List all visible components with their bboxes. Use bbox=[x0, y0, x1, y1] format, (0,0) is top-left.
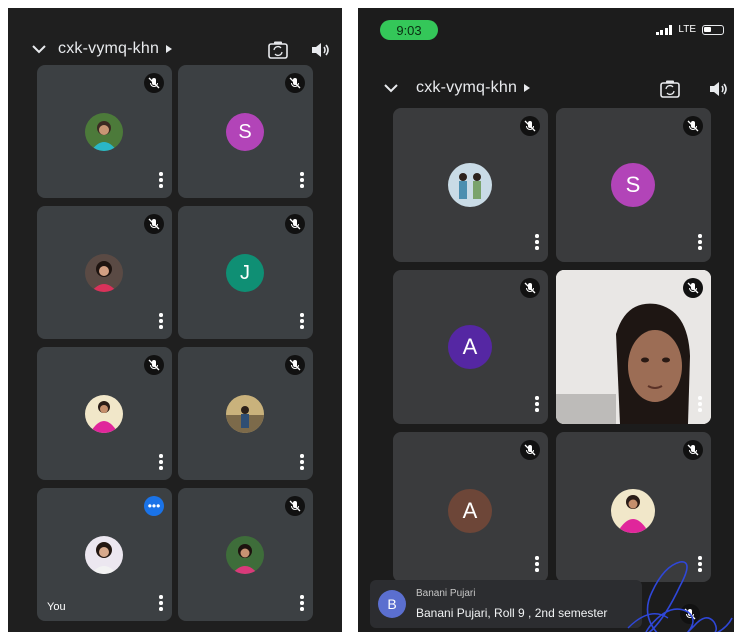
more-vert-icon[interactable] bbox=[299, 172, 305, 188]
participant-avatar bbox=[85, 113, 123, 151]
participant-initial-avatar: S bbox=[226, 113, 264, 151]
meeting-code[interactable]: cxk-vymq-khn bbox=[58, 40, 159, 58]
mic-off-icon bbox=[520, 278, 540, 298]
meeting-header[interactable]: cxk-vymq-khn bbox=[382, 79, 531, 97]
caret-right-icon[interactable] bbox=[523, 83, 531, 93]
self-label: You bbox=[47, 601, 66, 613]
participant-tile[interactable] bbox=[37, 65, 172, 198]
caption-speaker: Banani Pujari bbox=[416, 588, 476, 599]
participant-avatar bbox=[611, 489, 655, 533]
more-vert-icon[interactable] bbox=[299, 454, 305, 470]
participant-tile[interactable] bbox=[178, 347, 313, 480]
participant-tile[interactable] bbox=[37, 206, 172, 339]
status-time: 9:03 bbox=[380, 20, 438, 40]
more-vert-icon[interactable] bbox=[534, 396, 540, 412]
left-meeting-screen: cxk-vymq-khn S J ••• You bbox=[8, 8, 342, 632]
participant-avatar bbox=[85, 536, 123, 574]
camera-flip-icon[interactable] bbox=[266, 38, 290, 62]
participant-tile[interactable] bbox=[178, 488, 313, 621]
status-indicators: LTE bbox=[655, 24, 724, 35]
self-tile[interactable]: ••• You bbox=[37, 488, 172, 621]
participant-initial-avatar: A bbox=[448, 489, 492, 533]
more-vert-icon[interactable] bbox=[534, 234, 540, 250]
caption-avatar: B bbox=[378, 590, 406, 618]
participant-tile[interactable]: J bbox=[178, 206, 313, 339]
participant-avatar bbox=[85, 254, 123, 292]
chevron-down-icon[interactable] bbox=[382, 79, 400, 97]
participant-tile[interactable]: A bbox=[393, 432, 548, 582]
participant-avatar bbox=[85, 395, 123, 433]
participant-avatar bbox=[448, 163, 492, 207]
chevron-down-icon[interactable] bbox=[30, 40, 48, 58]
live-caption: B Banani Pujari Banani Pujari, Roll 9 , … bbox=[370, 580, 642, 628]
speaker-icon[interactable] bbox=[706, 77, 730, 101]
mic-off-icon bbox=[285, 355, 305, 375]
more-vert-icon[interactable] bbox=[299, 313, 305, 329]
signal-icon bbox=[655, 24, 673, 35]
caption-text: Banani Pujari, Roll 9 , 2nd semester bbox=[416, 606, 608, 620]
participant-tile[interactable]: A bbox=[393, 270, 548, 424]
more-vert-icon[interactable] bbox=[299, 595, 305, 611]
participant-avatar bbox=[226, 536, 264, 574]
participant-avatar bbox=[226, 395, 264, 433]
participant-initial-avatar: A bbox=[448, 325, 492, 369]
right-meeting-screen: 9:03 LTE cxk-vymq-khn S A A B Banani Puj… bbox=[358, 8, 734, 632]
more-vert-icon[interactable] bbox=[158, 454, 164, 470]
participant-tile[interactable]: S bbox=[556, 108, 711, 262]
mic-off-icon bbox=[520, 440, 540, 460]
participant-tile[interactable]: S bbox=[178, 65, 313, 198]
more-vert-icon[interactable] bbox=[158, 313, 164, 329]
mic-off-icon bbox=[683, 116, 703, 136]
more-vert-icon[interactable] bbox=[158, 172, 164, 188]
mic-off-icon bbox=[285, 496, 305, 516]
meeting-header[interactable]: cxk-vymq-khn bbox=[30, 40, 173, 58]
mic-off-icon bbox=[683, 440, 703, 460]
mic-off-icon bbox=[683, 278, 703, 298]
mic-off-icon bbox=[285, 73, 305, 93]
mic-off-icon bbox=[144, 214, 164, 234]
participant-initial-avatar: S bbox=[611, 163, 655, 207]
handwritten-signature bbox=[627, 561, 733, 632]
more-vert-icon[interactable] bbox=[158, 595, 164, 611]
video-tile[interactable] bbox=[556, 270, 711, 424]
more-vert-icon[interactable] bbox=[697, 396, 703, 412]
more-vert-icon[interactable] bbox=[534, 556, 540, 572]
speaker-icon[interactable] bbox=[308, 38, 332, 62]
participant-tile[interactable] bbox=[37, 347, 172, 480]
more-vert-icon[interactable] bbox=[697, 234, 703, 250]
network-label: LTE bbox=[678, 24, 696, 35]
meeting-code[interactable]: cxk-vymq-khn bbox=[416, 79, 517, 97]
battery-icon bbox=[702, 24, 724, 35]
camera-flip-icon[interactable] bbox=[658, 77, 682, 101]
mic-off-icon bbox=[144, 73, 164, 93]
participant-tile[interactable] bbox=[393, 108, 548, 262]
mic-off-icon bbox=[144, 355, 164, 375]
mic-off-icon bbox=[285, 214, 305, 234]
caret-right-icon[interactable] bbox=[165, 44, 173, 54]
more-horiz-icon[interactable]: ••• bbox=[144, 496, 164, 516]
mic-off-icon bbox=[520, 116, 540, 136]
participant-initial-avatar: J bbox=[226, 254, 264, 292]
